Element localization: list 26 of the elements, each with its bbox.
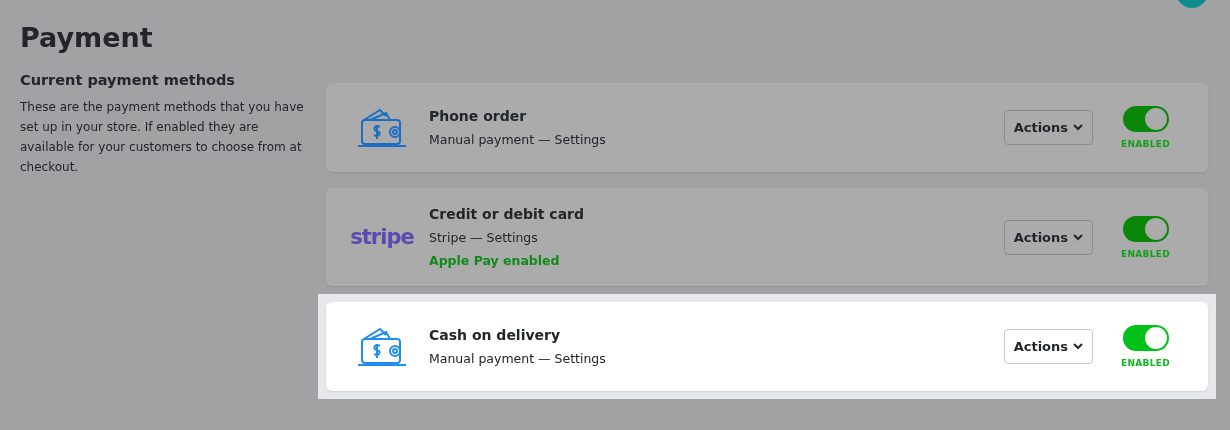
method-name: Phone order <box>429 108 528 124</box>
chevron-down-icon <box>1073 233 1084 241</box>
enabled-toggle[interactable] <box>1122 325 1169 351</box>
stripe-logo: stripe <box>350 225 414 249</box>
status-label: ENABLED <box>1121 248 1170 259</box>
status-label: ENABLED <box>1121 139 1170 149</box>
apple-pay-note: Apple Pay enabled <box>429 253 561 268</box>
chevron-down-icon <box>1073 343 1084 350</box>
chevron-down-icon <box>1073 124 1084 131</box>
method-provider: Manual payment — Settings <box>429 132 607 147</box>
actions-button[interactable]: Actions <box>1003 110 1094 145</box>
status-label: ENABLED <box>1121 358 1170 368</box>
method-name: Cash on delivery <box>429 327 562 343</box>
avatar-icon[interactable] <box>1176 0 1208 10</box>
section-heading: Current payment methods <box>20 72 236 88</box>
method-name: Credit or debit card <box>429 206 586 222</box>
actions-button[interactable]: Actions <box>1003 219 1094 255</box>
method-provider: Manual payment — Settings <box>429 351 607 366</box>
enabled-toggle[interactable] <box>1122 215 1169 242</box>
actions-button[interactable]: Actions <box>1003 329 1094 364</box>
page-title: Payment <box>20 22 154 55</box>
section-description: These are the payment methods that you have set up in your store. If enabled they are available for your customers to choose from at checkout. <box>20 99 305 176</box>
wallet-icon <box>358 107 406 148</box>
wallet-icon <box>358 326 406 367</box>
method-provider: Stripe — Settings <box>429 230 539 245</box>
enabled-toggle[interactable] <box>1122 106 1169 132</box>
